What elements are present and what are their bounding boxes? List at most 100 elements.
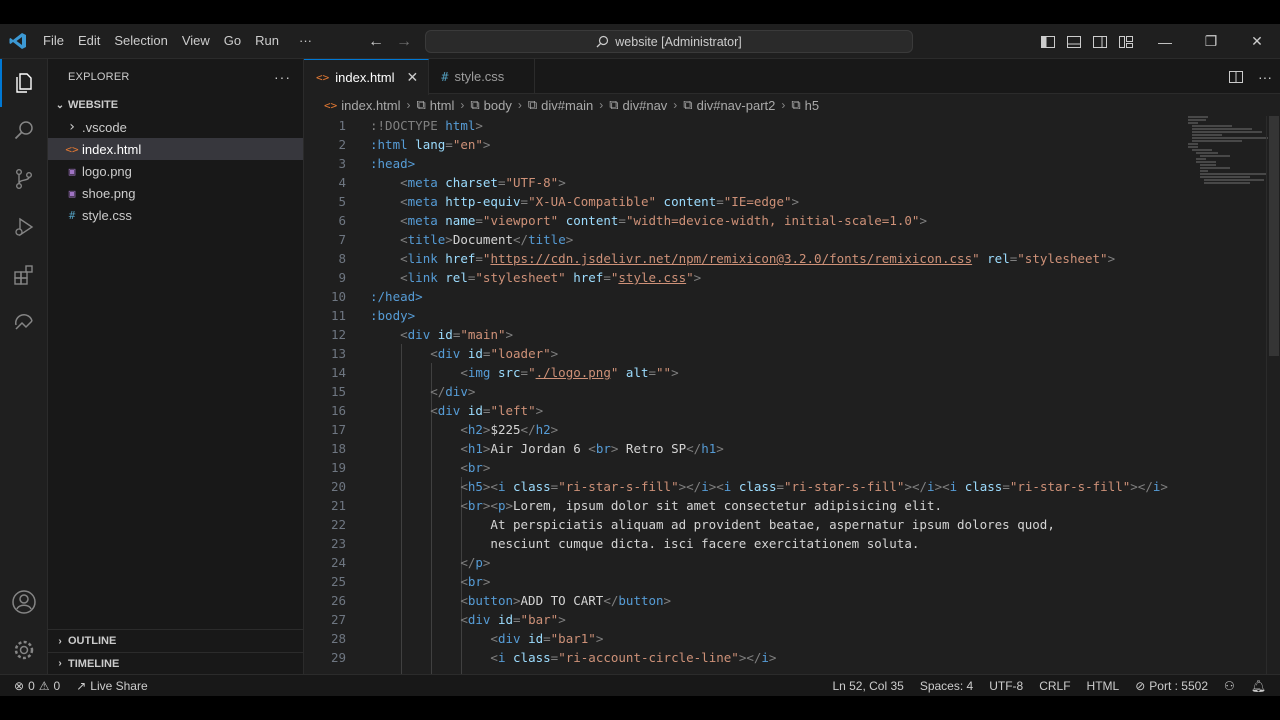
chevron-right-icon: › [599, 98, 604, 112]
customize-layout-icon[interactable] [1118, 34, 1134, 50]
code-line: 20 <h5><i class="ri-star-s-fill"></i><i … [330, 479, 1168, 494]
search-icon [596, 35, 609, 48]
title-bar: File Edit Selection View Go Run ··· ← → … [0, 24, 1280, 59]
chevron-right-icon: › [67, 119, 77, 135]
minimap[interactable] [1188, 116, 1268, 216]
menu-selection[interactable]: Selection [107, 29, 174, 53]
breadcrumb: <> index.html › ⧉ html › ⧉ body › ⧉ div#… [304, 94, 1280, 116]
search-icon[interactable] [0, 107, 48, 155]
vscode-logo-icon [0, 24, 36, 59]
layout-controls [1040, 24, 1134, 59]
chevron-right-icon: › [673, 98, 678, 112]
menu-view[interactable]: View [175, 29, 217, 53]
outline-section[interactable]: › OUTLINE [48, 630, 303, 652]
tree-item-vscode[interactable]: › .vscode [48, 116, 303, 138]
tree-item-label: logo.png [82, 163, 132, 179]
live-share-status[interactable]: ↗ Live Share [68, 675, 155, 697]
code-editor[interactable]: 1:!DOCTYPE html> 2:html lang="en"> 3:hea… [304, 116, 1184, 674]
remote-explorer-icon[interactable] [0, 299, 48, 347]
tab-label: index.html [335, 70, 395, 85]
encoding[interactable]: UTF-8 [981, 675, 1031, 697]
css-file-icon: # [441, 69, 449, 84]
explorer-icon[interactable] [0, 59, 48, 107]
html-file-icon: <> [324, 98, 338, 112]
breadcrumb-item[interactable]: div#nav [622, 98, 667, 113]
code-line: 10:/head> [330, 289, 423, 304]
source-control-icon[interactable] [0, 155, 48, 203]
explorer-more-icon[interactable]: ··· [274, 69, 291, 85]
status-bar-right: Ln 52, Col 35 Spaces: 4 UTF-8 CRLF HTML … [824, 675, 1280, 697]
code-line: 12 <div id="main"> [330, 327, 514, 342]
code-line: 7 <title>Document</title> [338, 232, 574, 247]
restore-icon[interactable]: ❐ [1188, 24, 1234, 59]
tree-item-shoe-png[interactable]: ▣ shoe.png [48, 182, 303, 204]
toggle-secondary-sidebar-icon[interactable] [1092, 34, 1108, 50]
scrollbar-thumb[interactable] [1269, 116, 1279, 356]
menu-run[interactable]: Run [248, 29, 286, 53]
notifications-bell-icon[interactable]: 🔔︎ [1243, 675, 1280, 697]
status-bar: ⊗ 0 ⚠ 0 ↗ Live Share Ln 52, Col 35 Space… [0, 674, 1280, 696]
toggle-primary-sidebar-icon[interactable] [1040, 34, 1056, 50]
accounts-icon[interactable] [0, 578, 48, 626]
error-icon: ⊗ [14, 678, 25, 693]
tree-item-style-css[interactable]: # style.css [48, 204, 303, 226]
breadcrumb-item[interactable]: h5 [805, 98, 819, 113]
code-line: 25 <br> [330, 574, 491, 589]
menu-edit[interactable]: Edit [71, 29, 107, 53]
vertical-scrollbar[interactable] [1266, 116, 1280, 674]
activity-bar-bottom [0, 578, 48, 674]
timeline-section[interactable]: › TIMELINE [48, 652, 303, 674]
more-actions-icon[interactable]: ··· [1258, 69, 1272, 85]
toggle-panel-icon[interactable] [1066, 34, 1082, 50]
close-tab-icon[interactable]: ✕ [407, 69, 419, 86]
breadcrumb-item[interactable]: body [484, 98, 512, 113]
extensions-icon[interactable] [0, 251, 48, 299]
copilot-icon[interactable]: ⚇ [1216, 675, 1243, 697]
port-label: Port : 5502 [1149, 679, 1208, 693]
tab-style-css[interactable]: # style.css [429, 59, 536, 94]
code-line: 17 <h2>$225</h2> [330, 422, 559, 437]
back-arrow-icon[interactable]: ← [366, 33, 386, 51]
manage-gear-icon[interactable] [0, 626, 48, 674]
warning-count: 0 [53, 678, 61, 693]
breadcrumb-item[interactable]: html [430, 98, 455, 113]
breadcrumb-item[interactable]: index.html [341, 98, 400, 113]
menu-more[interactable]: ··· [292, 29, 319, 53]
split-editor-icon[interactable] [1228, 69, 1244, 85]
code-line: 22 At perspiciatis aliquam ad provident … [330, 517, 1055, 532]
warning-icon: ⚠ [38, 678, 50, 693]
indentation[interactable]: Spaces: 4 [912, 675, 981, 697]
chevron-right-icon: › [517, 98, 522, 112]
forward-arrow-icon[interactable]: → [394, 33, 414, 51]
cursor-position[interactable]: Ln 52, Col 35 [824, 675, 911, 697]
folder-website[interactable]: ⌄ WEBSITE [48, 94, 303, 116]
html-file-icon: <> [316, 71, 330, 84]
chevron-right-icon: › [460, 98, 465, 112]
breadcrumb-item[interactable]: div#nav-part2 [697, 98, 776, 113]
chevron-down-icon: ⌄ [55, 99, 65, 111]
menu-bar: File Edit Selection View Go Run ··· [36, 24, 319, 59]
symbol-icon: ⧉ [527, 97, 538, 112]
tab-bar: <> index.html ✕ # style.css ··· [304, 59, 1280, 95]
image-file-icon: ▣ [68, 164, 76, 178]
menu-go[interactable]: Go [217, 29, 248, 53]
navigation-controls: ← → [366, 24, 414, 59]
problems-status[interactable]: ⊗ 0 ⚠ 0 [0, 675, 68, 697]
symbol-icon: ⧉ [416, 97, 426, 112]
minimize-icon[interactable]: — [1142, 24, 1188, 59]
close-icon[interactable]: ✕ [1234, 24, 1280, 59]
code-line: 16 <div id="left"> [330, 403, 544, 418]
live-server-port[interactable]: ⊘ Port : 5502 [1127, 675, 1216, 697]
tab-index-html[interactable]: <> index.html ✕ [304, 59, 430, 95]
run-debug-icon[interactable] [0, 203, 48, 251]
tree-item-logo-png[interactable]: ▣ logo.png [48, 160, 303, 182]
breadcrumb-item[interactable]: div#main [541, 98, 593, 113]
tree-item-index-html[interactable]: <> index.html [48, 138, 303, 160]
menu-file[interactable]: File [36, 29, 71, 53]
image-file-icon: ▣ [68, 186, 76, 200]
window-controls: — ❐ ✕ [1142, 24, 1280, 59]
command-center[interactable]: website [Administrator] [425, 30, 913, 53]
code-line: 1:!DOCTYPE html> [338, 118, 483, 133]
end-of-line[interactable]: CRLF [1031, 675, 1078, 697]
language-mode[interactable]: HTML [1079, 675, 1128, 697]
